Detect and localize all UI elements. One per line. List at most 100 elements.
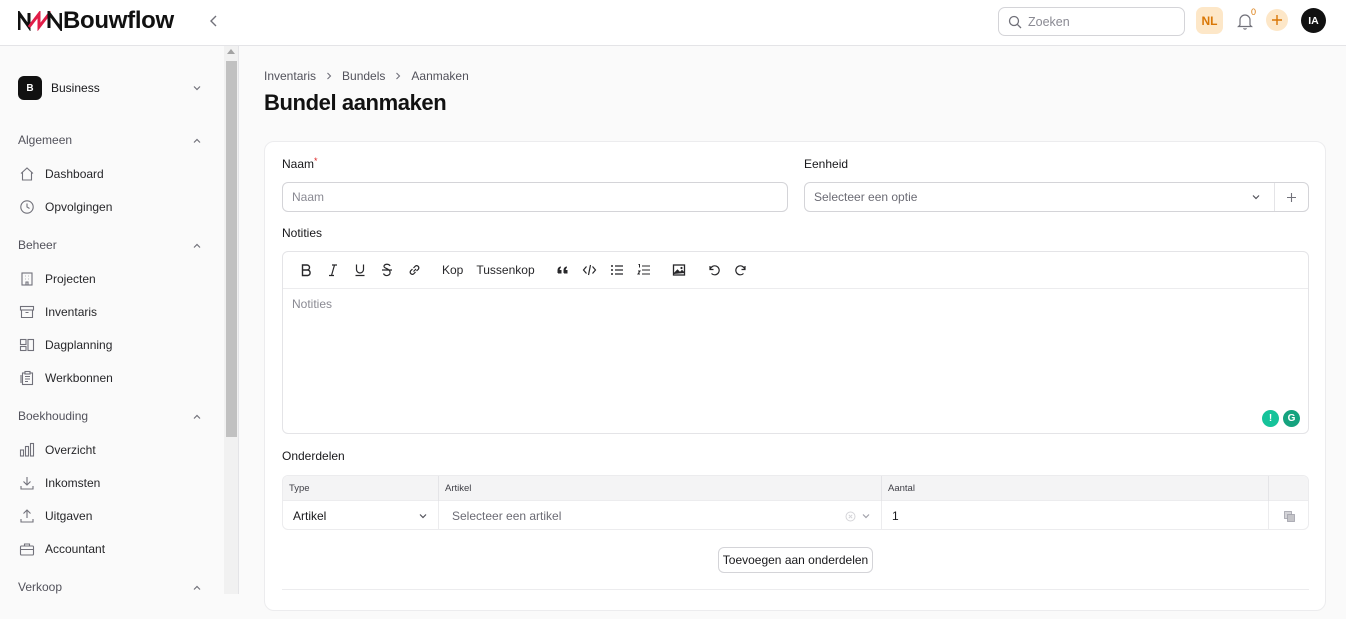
sidebar-item-opvolgingen[interactable]: Opvolgingen bbox=[18, 196, 204, 218]
aantal-input[interactable]: 1 bbox=[882, 501, 1269, 529]
clear-icon[interactable] bbox=[845, 511, 856, 522]
sidebar: B Business Algemeen Dashboard Opvolginge… bbox=[0, 46, 224, 594]
chevron-up-icon bbox=[193, 243, 201, 248]
archive-icon bbox=[18, 303, 36, 321]
notities-label: Notities bbox=[282, 226, 323, 240]
org-name: Business bbox=[51, 81, 100, 95]
language-button[interactable]: NL bbox=[1196, 7, 1223, 34]
blockquote-button[interactable] bbox=[552, 259, 574, 281]
sidebar-item-label: Inkomsten bbox=[45, 476, 101, 490]
sidebar-item-inventaris[interactable]: Inventaris bbox=[18, 301, 204, 323]
logo-mark-icon bbox=[18, 11, 62, 31]
sidebar-item-dashboard[interactable]: Dashboard bbox=[18, 163, 204, 185]
table-header: Type Artikel Aantal bbox=[283, 476, 1308, 501]
artikel-select[interactable]: Selecteer een artikel bbox=[439, 501, 882, 529]
breadcrumb: Inventaris Bundels Aanmaken bbox=[264, 69, 469, 83]
type-value: Artikel bbox=[293, 509, 327, 523]
sidebar-item-dagplanning[interactable]: Dagplanning bbox=[18, 334, 204, 356]
search-input[interactable] bbox=[1028, 14, 1178, 29]
bouwflow-logo[interactable]: Bouwflow bbox=[18, 9, 174, 33]
bold-button[interactable] bbox=[295, 259, 317, 281]
chevron-up-icon bbox=[193, 138, 201, 143]
notities-editor[interactable]: Kop Tussenkop Notities ! G bbox=[282, 251, 1309, 434]
quote-icon bbox=[557, 266, 568, 274]
chevron-down-icon bbox=[862, 514, 870, 519]
italic-button[interactable] bbox=[322, 259, 344, 281]
group-header-beheer[interactable]: Beheer bbox=[18, 237, 204, 253]
search-icon bbox=[1008, 15, 1022, 28]
onderdelen-label: Onderdelen bbox=[282, 449, 345, 463]
sidebar-item-werkbonnen[interactable]: Werkbonnen bbox=[18, 367, 204, 389]
plus-icon bbox=[1272, 15, 1282, 25]
ordered-list-button[interactable] bbox=[633, 259, 655, 281]
group-header-algemeen[interactable]: Algemeen bbox=[18, 132, 204, 148]
naam-input[interactable] bbox=[283, 183, 787, 211]
image-button[interactable] bbox=[668, 259, 690, 281]
sidebar-item-label: Dashboard bbox=[45, 167, 104, 181]
quick-add-button[interactable] bbox=[1266, 9, 1288, 31]
sidebar-item-inkomsten[interactable]: Inkomsten bbox=[18, 472, 204, 494]
naam-label-text: Naam bbox=[282, 157, 315, 171]
type-select[interactable]: Artikel bbox=[283, 501, 439, 529]
sidebar-item-label: Dagplanning bbox=[45, 338, 113, 352]
chevron-down-icon bbox=[1246, 192, 1266, 202]
notification-count: 0 bbox=[1251, 7, 1257, 17]
main-content: Inventaris Bundels Aanmaken Bundel aanma… bbox=[240, 46, 1346, 611]
duplicate-row-button[interactable] bbox=[1269, 501, 1308, 529]
upload-icon bbox=[18, 507, 36, 525]
underline-button[interactable] bbox=[349, 259, 371, 281]
naam-field[interactable] bbox=[282, 182, 788, 212]
column-header-aantal: Aantal bbox=[882, 476, 1269, 501]
onderdelen-table: Type Artikel Aantal Artikel Selecteer ee… bbox=[282, 475, 1309, 530]
grammarly-widget[interactable]: ! G bbox=[1262, 410, 1300, 427]
chevron-right-icon bbox=[394, 71, 402, 81]
user-avatar[interactable]: IA bbox=[1301, 8, 1326, 33]
required-marker: * bbox=[314, 156, 318, 166]
chevron-up-icon bbox=[193, 414, 201, 419]
subheading-button[interactable]: Tussenkop bbox=[472, 259, 538, 281]
bar-chart-icon bbox=[18, 441, 36, 459]
lightbulb-icon[interactable]: ! bbox=[1262, 410, 1279, 427]
org-switcher[interactable]: B Business bbox=[18, 76, 204, 100]
briefcase-icon bbox=[18, 540, 36, 558]
bold-icon bbox=[301, 264, 311, 277]
breadcrumb-bundels[interactable]: Bundels bbox=[342, 69, 385, 83]
heading-button[interactable]: Kop bbox=[438, 259, 467, 281]
eenheid-value: Selecteer een optie bbox=[814, 190, 918, 204]
grammarly-icon[interactable]: G bbox=[1283, 410, 1300, 427]
sidebar-item-overzicht[interactable]: Overzicht bbox=[18, 439, 204, 461]
sidebar-item-label: Inventaris bbox=[45, 305, 98, 319]
link-button[interactable] bbox=[403, 259, 425, 281]
redo-button[interactable] bbox=[730, 259, 752, 281]
code-button[interactable] bbox=[579, 259, 601, 281]
underline-icon bbox=[355, 264, 365, 277]
column-header-type: Type bbox=[283, 476, 439, 501]
collapse-sidebar-button[interactable] bbox=[205, 12, 223, 30]
page-title: Bundel aanmaken bbox=[264, 90, 447, 115]
chevron-down-icon bbox=[419, 514, 427, 519]
undo-button[interactable] bbox=[703, 259, 725, 281]
breadcrumb-inventaris[interactable]: Inventaris bbox=[264, 69, 316, 83]
group-header-boekhouding[interactable]: Boekhouding bbox=[18, 408, 204, 424]
strikethrough-button[interactable] bbox=[376, 259, 398, 281]
plus-icon bbox=[1287, 192, 1296, 202]
scrollbar-thumb[interactable] bbox=[226, 61, 237, 437]
bullet-list-button[interactable] bbox=[606, 259, 628, 281]
add-eenheid-button[interactable] bbox=[1274, 183, 1308, 211]
bundle-form-card: Naam* Eenheid Selecteer een optie Notiti… bbox=[264, 141, 1326, 611]
top-bar: Bouwflow NL 0 IA bbox=[0, 0, 1346, 46]
search-box[interactable] bbox=[998, 7, 1185, 36]
sidebar-item-projecten[interactable]: Projecten bbox=[18, 268, 204, 290]
sidebar-item-label: Uitgaven bbox=[45, 509, 93, 523]
chevron-up-icon bbox=[193, 585, 201, 590]
table-row: Artikel Selecteer een artikel 1 bbox=[283, 501, 1308, 529]
breadcrumb-aanmaken: Aanmaken bbox=[411, 69, 469, 83]
scroll-up-arrow-icon[interactable] bbox=[227, 49, 235, 54]
sidebar-scrollbar[interactable] bbox=[224, 46, 239, 594]
sidebar-item-accountant[interactable]: Accountant bbox=[18, 538, 204, 560]
sidebar-item-uitgaven[interactable]: Uitgaven bbox=[18, 505, 204, 527]
group-header-verkoop[interactable]: Verkoop bbox=[18, 579, 204, 595]
eenheid-select[interactable]: Selecteer een optie bbox=[804, 182, 1309, 212]
add-part-button[interactable]: Toevoegen aan onderdelen bbox=[718, 547, 873, 573]
chevron-right-icon bbox=[325, 71, 333, 81]
